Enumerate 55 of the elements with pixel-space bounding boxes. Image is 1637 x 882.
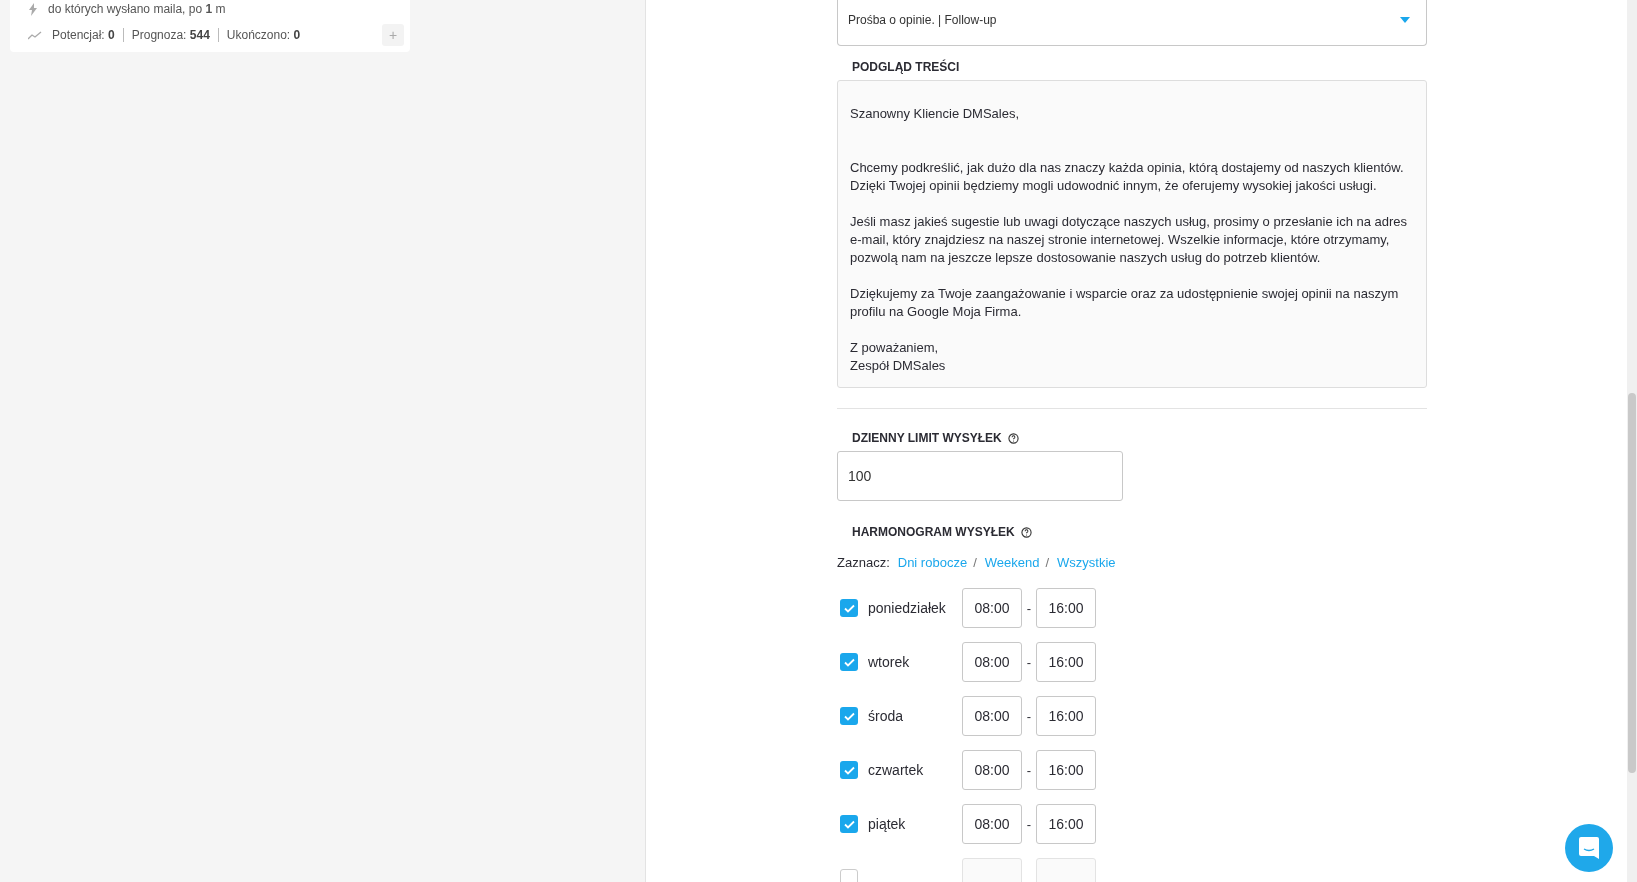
- trigger-text: do których wysłano maila, po 1 m: [48, 2, 226, 16]
- checkmark-icon: [843, 603, 855, 613]
- chat-icon: [1579, 837, 1599, 859]
- checkmark-icon: [843, 711, 855, 721]
- section-heading: DZIENNY LIMIT WYSYŁEK: [852, 431, 1002, 445]
- time-to-field[interactable]: 16:00: [1036, 642, 1096, 682]
- day-checkbox[interactable]: [840, 599, 858, 617]
- template-select[interactable]: Prośba o opinie. | Follow-up: [837, 0, 1427, 46]
- checkmark-icon: [843, 819, 855, 829]
- help-icon[interactable]: [1020, 526, 1032, 538]
- day-checkbox[interactable]: [840, 815, 858, 833]
- day-label: wtorek: [868, 654, 910, 670]
- day-checkbox[interactable]: [840, 653, 858, 671]
- separator-text: /: [973, 555, 977, 570]
- time-to-field[interactable]: 16:00: [1036, 804, 1096, 844]
- email-paragraph: Z poważaniem, Zespół DMSales: [850, 339, 947, 375]
- scrollbar-thumb[interactable]: [1628, 393, 1636, 773]
- dash-text: -: [1026, 600, 1032, 616]
- section-heading: PODGLĄD TREŚCI: [852, 60, 960, 74]
- dash-text: -: [1026, 654, 1032, 670]
- section-heading: HARMONOGRAM WYSYŁEK: [852, 525, 1015, 539]
- time-from-field[interactable]: 08:00: [962, 750, 1022, 790]
- limit-input[interactable]: 100: [837, 451, 1123, 501]
- stat-text: Ukończono: 0: [217, 28, 309, 42]
- email-paragraph: Chcemy podkreślić, jak dużo dla nas znaczy każda opinia, którą dostajemy od naszych klientów. Dzięki Twojej opinii będziemy mogli udowodnić innym, że oferujemy wysokiej jakości usługi.: [850, 159, 1405, 195]
- stat-text: Prognoza: 544: [122, 28, 218, 42]
- email-paragraph: Jeśli masz jakieś sugestie lub uwagi dotyczące naszych usług, prosimy o przesłanie ich na adres e-mail, który znajdziesz na naszej stronie internetowej. Wszelkie informacje, które otrzymamy, pozwolą nam na jeszcze lepsze dostosowanie naszych usług do potrzeb klientów.: [850, 213, 1409, 267]
- day-label: środa: [868, 708, 904, 724]
- trend-icon: [28, 30, 42, 40]
- day-label: czwartek: [868, 762, 924, 778]
- time-from-field[interactable]: 08:00: [962, 696, 1022, 736]
- email-paragraph: Dziękujemy za Twoje zaangażowanie i wsparcie oraz za udostępnienie swojej opinii na naszym profilu na Google Moja Firma.: [850, 285, 1400, 321]
- help-icon[interactable]: [1007, 432, 1019, 444]
- time-from-field[interactable]: 08:00: [962, 642, 1022, 682]
- day-checkbox[interactable]: [840, 707, 858, 725]
- dash-text: -: [1026, 816, 1032, 832]
- time-from-field[interactable]: 08:00: [962, 804, 1022, 844]
- day-checkbox[interactable]: [840, 869, 858, 882]
- dash-text: -: [1026, 762, 1032, 778]
- time-to-field[interactable]: 16:00: [1036, 750, 1096, 790]
- separator-text: /: [1045, 555, 1050, 570]
- day-checkbox[interactable]: [840, 761, 858, 779]
- time-from-field[interactable]: 08:00: [962, 588, 1022, 628]
- day-label: poniedziałek: [868, 600, 946, 616]
- checkmark-icon: [843, 765, 855, 775]
- time-to-field[interactable]: 16:00: [1036, 696, 1096, 736]
- select-label: Zaznacz:: [837, 555, 890, 570]
- caret-icon: [1400, 16, 1410, 23]
- lightning-icon: [28, 2, 38, 16]
- stat-text: Potencjał: 0: [52, 28, 116, 42]
- email-paragraph: Szanowny Kliencie DMSales,: [850, 105, 1021, 123]
- checkmark-icon: [843, 657, 855, 667]
- dash-text: -: [1026, 708, 1032, 724]
- time-to-field[interactable]: 16:00: [1036, 588, 1096, 628]
- day-label: piątek: [868, 816, 906, 832]
